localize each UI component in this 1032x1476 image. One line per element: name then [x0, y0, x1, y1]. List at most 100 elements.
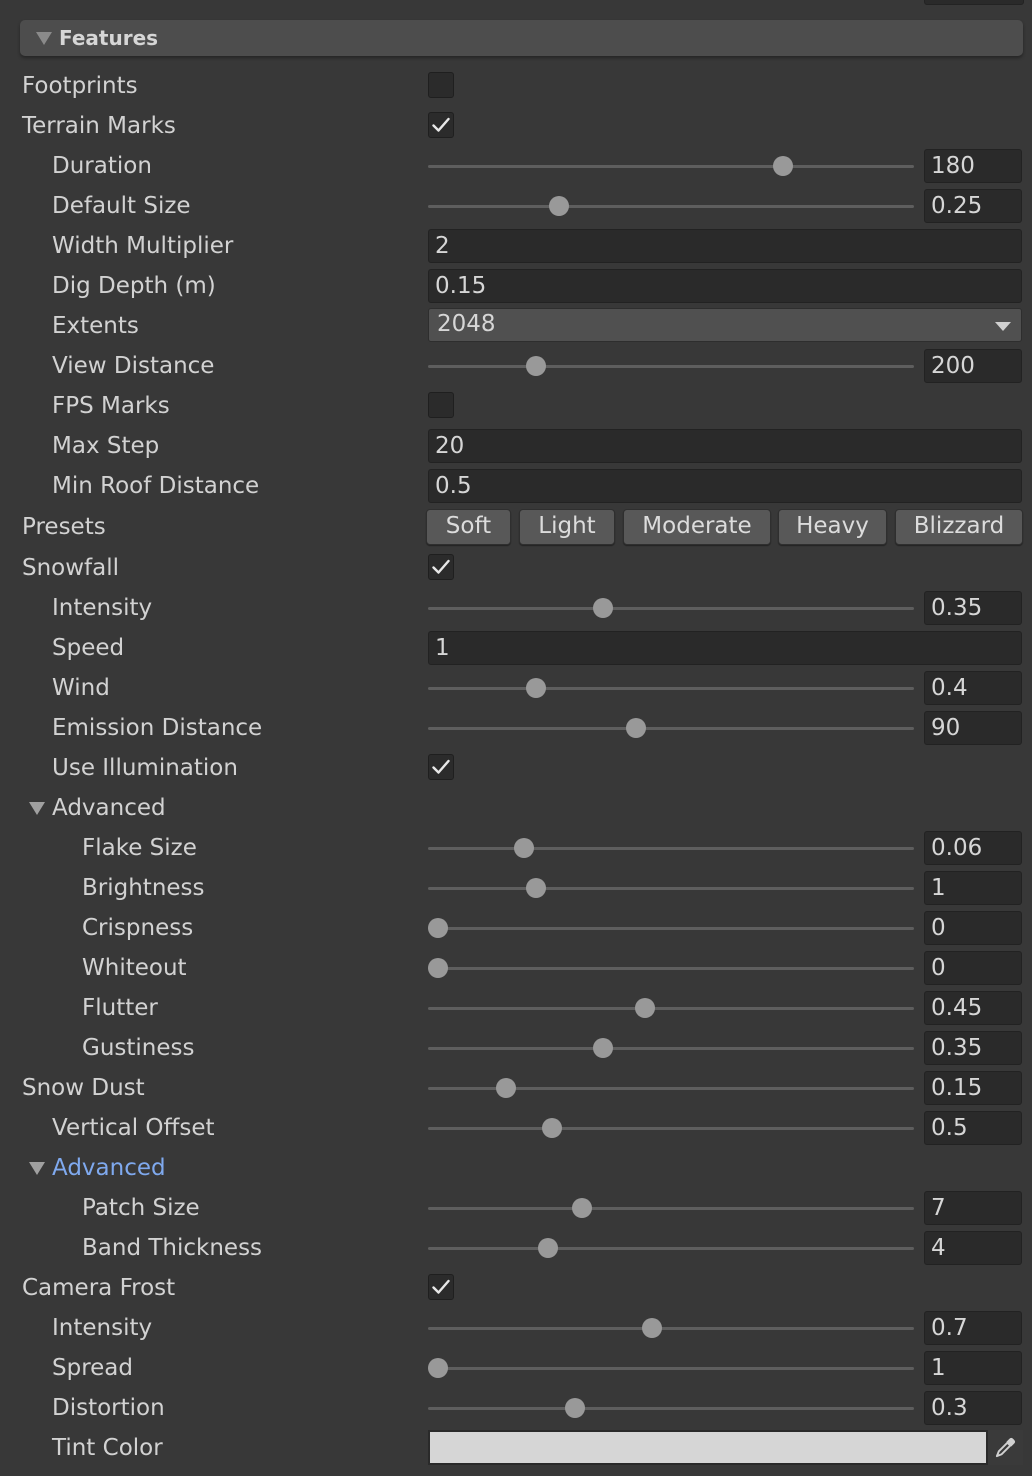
eyedropper-icon [995, 1437, 1016, 1458]
row-view-distance: View Distance 200 [0, 346, 1032, 386]
view-distance-label: View Distance [52, 353, 215, 379]
row-emission-distance: Emission Distance 90 [0, 708, 1032, 748]
row-snowfall-advanced[interactable]: Advanced [0, 788, 1032, 828]
brightness-slider[interactable] [428, 887, 914, 890]
row-frost-intensity: Intensity 0.7 [0, 1308, 1032, 1348]
default-size-slider-handle[interactable] [549, 196, 570, 216]
view-distance-slider[interactable] [428, 365, 914, 368]
brightness-slider-handle[interactable] [525, 878, 546, 898]
whiteout-slider-handle[interactable] [428, 958, 448, 978]
max-step-label: Max Step [52, 433, 160, 459]
max-step-field[interactable]: 20 [428, 429, 1022, 463]
gustiness-slider-handle[interactable] [593, 1038, 614, 1058]
default-size-field[interactable]: 0.25 [924, 189, 1022, 223]
preset-moderate-button[interactable]: Moderate [623, 509, 771, 545]
tint-color-swatch[interactable] [428, 1430, 988, 1465]
band-thickness-field[interactable]: 4 [924, 1231, 1022, 1265]
vertical-offset-field[interactable]: 0.5 [924, 1111, 1022, 1145]
distortion-slider-handle[interactable] [565, 1398, 586, 1418]
view-distance-field[interactable]: 200 [924, 349, 1022, 383]
vertical-offset-slider[interactable] [428, 1127, 914, 1130]
crispness-slider[interactable] [428, 927, 914, 930]
dig-depth-field[interactable]: 0.15 [428, 269, 1022, 303]
wind-slider-handle[interactable] [525, 678, 546, 698]
spread-slider-handle[interactable] [428, 1358, 448, 1378]
snowfall-intensity-slider[interactable] [428, 607, 914, 610]
snowfall-advanced-foldout[interactable]: Advanced [52, 788, 166, 828]
row-dig-depth: Dig Depth (m) 0.15 [0, 266, 1032, 306]
distortion-slider[interactable] [428, 1407, 914, 1410]
flake-size-slider[interactable] [428, 847, 914, 850]
snowfall-checkbox[interactable] [428, 554, 454, 580]
footprints-checkbox[interactable] [428, 72, 454, 98]
row-wind: Wind 0.4 [0, 668, 1032, 708]
eyedropper-button[interactable] [988, 1430, 1023, 1465]
fps-marks-checkbox[interactable] [428, 392, 454, 418]
snow-dust-field[interactable]: 0.15 [924, 1071, 1022, 1105]
wind-field[interactable]: 0.4 [924, 671, 1022, 705]
snow-dust-slider-handle[interactable] [495, 1078, 516, 1098]
flutter-slider[interactable] [428, 1007, 914, 1010]
band-thickness-slider-handle[interactable] [537, 1238, 558, 1258]
snowfall-intensity-field[interactable]: 0.35 [924, 591, 1022, 625]
crispness-slider-handle[interactable] [428, 918, 448, 938]
distortion-field[interactable]: 0.3 [924, 1391, 1022, 1425]
gustiness-slider[interactable] [428, 1047, 914, 1050]
features-section-header[interactable]: Features [20, 20, 1023, 56]
row-camera-frost: Camera Frost [0, 1268, 1032, 1308]
brightness-field[interactable]: 1 [924, 871, 1022, 905]
preset-soft-button[interactable]: Soft [426, 509, 511, 545]
row-patch-size: Patch Size 7 [0, 1188, 1032, 1228]
row-width-multiplier: Width Multiplier 2 [0, 226, 1032, 266]
min-roof-distance-field[interactable]: 0.5 [428, 469, 1022, 503]
preset-heavy-button[interactable]: Heavy [778, 509, 887, 545]
preset-blizzard-button[interactable]: Blizzard [895, 509, 1023, 545]
row-snow-dust-advanced[interactable]: Advanced [0, 1148, 1032, 1188]
camera-frost-checkbox[interactable] [428, 1274, 454, 1300]
row-whiteout: Whiteout 0 [0, 948, 1032, 988]
default-size-slider[interactable] [428, 205, 914, 208]
frost-intensity-field[interactable]: 0.7 [924, 1311, 1022, 1345]
flake-size-field[interactable]: 0.06 [924, 831, 1022, 865]
checkmark-icon [432, 1279, 450, 1294]
snow-dust-advanced-foldout[interactable]: Advanced [52, 1148, 166, 1188]
patch-size-field[interactable]: 7 [924, 1191, 1022, 1225]
frost-intensity-slider[interactable] [428, 1327, 914, 1330]
width-multiplier-field[interactable]: 2 [428, 229, 1022, 263]
spread-slider[interactable] [428, 1367, 914, 1370]
foldout-triangle-icon [29, 802, 45, 815]
row-spread: Spread 1 [0, 1348, 1032, 1388]
emission-distance-field[interactable]: 90 [924, 711, 1022, 745]
spread-field[interactable]: 1 [924, 1351, 1022, 1385]
whiteout-slider[interactable] [428, 967, 914, 970]
band-thickness-slider[interactable] [428, 1247, 914, 1250]
terrain-marks-checkbox[interactable] [428, 112, 454, 138]
speed-field[interactable]: 1 [428, 631, 1022, 665]
crispness-field[interactable]: 0 [924, 911, 1022, 945]
vertical-offset-slider-handle[interactable] [542, 1118, 563, 1138]
duration-slider[interactable] [428, 165, 914, 168]
flake-size-slider-handle[interactable] [514, 838, 535, 858]
patch-size-slider[interactable] [428, 1207, 914, 1210]
duration-field[interactable]: 180 [924, 149, 1022, 183]
patch-size-slider-handle[interactable] [572, 1198, 593, 1218]
whiteout-field[interactable]: 0 [924, 951, 1022, 985]
gustiness-field[interactable]: 0.35 [924, 1031, 1022, 1065]
chevron-down-icon [995, 322, 1011, 331]
snowfall-intensity-slider-handle[interactable] [593, 598, 614, 618]
use-illumination-checkbox[interactable] [428, 754, 454, 780]
band-thickness-label: Band Thickness [82, 1235, 263, 1261]
patch-size-label: Patch Size [82, 1195, 200, 1221]
foldout-triangle-icon [29, 1162, 45, 1175]
emission-distance-slider-handle[interactable] [626, 718, 647, 738]
view-distance-slider-handle[interactable] [525, 356, 546, 376]
row-vertical-offset: Vertical Offset 0.5 [0, 1108, 1032, 1148]
frost-intensity-slider-handle[interactable] [642, 1318, 663, 1338]
duration-slider-handle[interactable] [772, 156, 793, 176]
extents-dropdown[interactable]: 2048 [428, 308, 1022, 342]
preset-light-button[interactable]: Light [519, 509, 615, 545]
flutter-field[interactable]: 0.45 [924, 991, 1022, 1025]
emission-distance-slider[interactable] [428, 727, 914, 730]
wind-slider[interactable] [428, 687, 914, 690]
flutter-slider-handle[interactable] [635, 998, 656, 1018]
